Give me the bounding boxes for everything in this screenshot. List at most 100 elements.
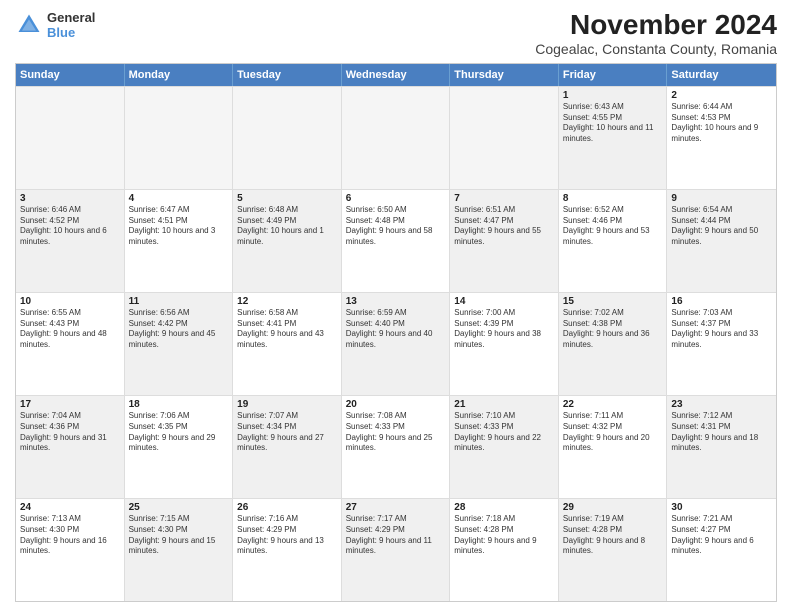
- cell-info: Sunrise: 7:16 AM Sunset: 4:29 PM Dayligh…: [237, 514, 337, 557]
- cell-info: Sunrise: 7:13 AM Sunset: 4:30 PM Dayligh…: [20, 514, 120, 557]
- day-number: 21: [454, 399, 554, 410]
- cell-info: Sunrise: 6:52 AM Sunset: 4:46 PM Dayligh…: [563, 205, 663, 248]
- calendar-cell: [125, 87, 234, 189]
- calendar-cell: 4Sunrise: 6:47 AM Sunset: 4:51 PM Daylig…: [125, 190, 234, 292]
- day-number: 23: [671, 399, 772, 410]
- calendar-title: November 2024: [535, 10, 777, 41]
- calendar-cell: 17Sunrise: 7:04 AM Sunset: 4:36 PM Dayli…: [16, 396, 125, 498]
- cell-info: Sunrise: 6:46 AM Sunset: 4:52 PM Dayligh…: [20, 205, 120, 248]
- logo-general: General: [47, 10, 95, 25]
- logo-blue: Blue: [47, 25, 95, 40]
- calendar-cell: 7Sunrise: 6:51 AM Sunset: 4:47 PM Daylig…: [450, 190, 559, 292]
- calendar-cell: 14Sunrise: 7:00 AM Sunset: 4:39 PM Dayli…: [450, 293, 559, 395]
- day-number: 26: [237, 502, 337, 513]
- cell-info: Sunrise: 6:56 AM Sunset: 4:42 PM Dayligh…: [129, 308, 229, 351]
- cell-info: Sunrise: 6:43 AM Sunset: 4:55 PM Dayligh…: [563, 102, 663, 145]
- logo-icon: [15, 11, 43, 39]
- day-number: 6: [346, 193, 446, 204]
- cell-info: Sunrise: 6:48 AM Sunset: 4:49 PM Dayligh…: [237, 205, 337, 248]
- header: General Blue November 2024 Cogealac, Con…: [15, 10, 777, 57]
- day-number: 13: [346, 296, 446, 307]
- calendar-cell: 22Sunrise: 7:11 AM Sunset: 4:32 PM Dayli…: [559, 396, 668, 498]
- calendar-row: 24Sunrise: 7:13 AM Sunset: 4:30 PM Dayli…: [16, 498, 776, 601]
- calendar-cell: 2Sunrise: 6:44 AM Sunset: 4:53 PM Daylig…: [667, 87, 776, 189]
- calendar-cell: 30Sunrise: 7:21 AM Sunset: 4:27 PM Dayli…: [667, 499, 776, 601]
- calendar-cell: 5Sunrise: 6:48 AM Sunset: 4:49 PM Daylig…: [233, 190, 342, 292]
- day-number: 29: [563, 502, 663, 513]
- weekday-header: Tuesday: [233, 64, 342, 86]
- cell-info: Sunrise: 6:55 AM Sunset: 4:43 PM Dayligh…: [20, 308, 120, 351]
- day-number: 2: [671, 90, 772, 101]
- day-number: 15: [563, 296, 663, 307]
- calendar-cell: 25Sunrise: 7:15 AM Sunset: 4:30 PM Dayli…: [125, 499, 234, 601]
- calendar-cell: [233, 87, 342, 189]
- cell-info: Sunrise: 7:18 AM Sunset: 4:28 PM Dayligh…: [454, 514, 554, 557]
- day-number: 14: [454, 296, 554, 307]
- cell-info: Sunrise: 7:06 AM Sunset: 4:35 PM Dayligh…: [129, 411, 229, 454]
- title-block: November 2024 Cogealac, Constanta County…: [535, 10, 777, 57]
- calendar: SundayMondayTuesdayWednesdayThursdayFrid…: [15, 63, 777, 602]
- calendar-cell: 26Sunrise: 7:16 AM Sunset: 4:29 PM Dayli…: [233, 499, 342, 601]
- calendar-body: 1Sunrise: 6:43 AM Sunset: 4:55 PM Daylig…: [16, 86, 776, 601]
- calendar-cell: 20Sunrise: 7:08 AM Sunset: 4:33 PM Dayli…: [342, 396, 451, 498]
- calendar-cell: 29Sunrise: 7:19 AM Sunset: 4:28 PM Dayli…: [559, 499, 668, 601]
- cell-info: Sunrise: 7:17 AM Sunset: 4:29 PM Dayligh…: [346, 514, 446, 557]
- cell-info: Sunrise: 7:12 AM Sunset: 4:31 PM Dayligh…: [671, 411, 772, 454]
- calendar-row: 1Sunrise: 6:43 AM Sunset: 4:55 PM Daylig…: [16, 86, 776, 189]
- day-number: 25: [129, 502, 229, 513]
- day-number: 17: [20, 399, 120, 410]
- cell-info: Sunrise: 7:04 AM Sunset: 4:36 PM Dayligh…: [20, 411, 120, 454]
- calendar-cell: [16, 87, 125, 189]
- calendar-cell: 11Sunrise: 6:56 AM Sunset: 4:42 PM Dayli…: [125, 293, 234, 395]
- day-number: 20: [346, 399, 446, 410]
- day-number: 4: [129, 193, 229, 204]
- cell-info: Sunrise: 6:59 AM Sunset: 4:40 PM Dayligh…: [346, 308, 446, 351]
- weekday-header: Friday: [559, 64, 668, 86]
- day-number: 16: [671, 296, 772, 307]
- calendar-cell: 27Sunrise: 7:17 AM Sunset: 4:29 PM Dayli…: [342, 499, 451, 601]
- page: General Blue November 2024 Cogealac, Con…: [0, 0, 792, 612]
- day-number: 24: [20, 502, 120, 513]
- day-number: 10: [20, 296, 120, 307]
- calendar-cell: 10Sunrise: 6:55 AM Sunset: 4:43 PM Dayli…: [16, 293, 125, 395]
- calendar-cell: [450, 87, 559, 189]
- calendar-cell: 21Sunrise: 7:10 AM Sunset: 4:33 PM Dayli…: [450, 396, 559, 498]
- day-number: 28: [454, 502, 554, 513]
- weekday-header: Sunday: [16, 64, 125, 86]
- weekday-header: Wednesday: [342, 64, 451, 86]
- cell-info: Sunrise: 7:11 AM Sunset: 4:32 PM Dayligh…: [563, 411, 663, 454]
- calendar-cell: 19Sunrise: 7:07 AM Sunset: 4:34 PM Dayli…: [233, 396, 342, 498]
- calendar-cell: 1Sunrise: 6:43 AM Sunset: 4:55 PM Daylig…: [559, 87, 668, 189]
- cell-info: Sunrise: 7:02 AM Sunset: 4:38 PM Dayligh…: [563, 308, 663, 351]
- cell-info: Sunrise: 7:15 AM Sunset: 4:30 PM Dayligh…: [129, 514, 229, 557]
- calendar-cell: 24Sunrise: 7:13 AM Sunset: 4:30 PM Dayli…: [16, 499, 125, 601]
- calendar-cell: 3Sunrise: 6:46 AM Sunset: 4:52 PM Daylig…: [16, 190, 125, 292]
- calendar-cell: 23Sunrise: 7:12 AM Sunset: 4:31 PM Dayli…: [667, 396, 776, 498]
- day-number: 19: [237, 399, 337, 410]
- cell-info: Sunrise: 7:19 AM Sunset: 4:28 PM Dayligh…: [563, 514, 663, 557]
- day-number: 30: [671, 502, 772, 513]
- cell-info: Sunrise: 6:51 AM Sunset: 4:47 PM Dayligh…: [454, 205, 554, 248]
- calendar-cell: 13Sunrise: 6:59 AM Sunset: 4:40 PM Dayli…: [342, 293, 451, 395]
- calendar-cell: 9Sunrise: 6:54 AM Sunset: 4:44 PM Daylig…: [667, 190, 776, 292]
- cell-info: Sunrise: 6:44 AM Sunset: 4:53 PM Dayligh…: [671, 102, 772, 145]
- day-number: 1: [563, 90, 663, 101]
- cell-info: Sunrise: 6:54 AM Sunset: 4:44 PM Dayligh…: [671, 205, 772, 248]
- day-number: 22: [563, 399, 663, 410]
- day-number: 18: [129, 399, 229, 410]
- weekday-header: Thursday: [450, 64, 559, 86]
- weekday-header: Saturday: [667, 64, 776, 86]
- calendar-cell: 6Sunrise: 6:50 AM Sunset: 4:48 PM Daylig…: [342, 190, 451, 292]
- cell-info: Sunrise: 7:10 AM Sunset: 4:33 PM Dayligh…: [454, 411, 554, 454]
- day-number: 27: [346, 502, 446, 513]
- calendar-cell: 18Sunrise: 7:06 AM Sunset: 4:35 PM Dayli…: [125, 396, 234, 498]
- calendar-cell: 16Sunrise: 7:03 AM Sunset: 4:37 PM Dayli…: [667, 293, 776, 395]
- day-number: 8: [563, 193, 663, 204]
- cell-info: Sunrise: 6:50 AM Sunset: 4:48 PM Dayligh…: [346, 205, 446, 248]
- logo: General Blue: [15, 10, 95, 40]
- calendar-subtitle: Cogealac, Constanta County, Romania: [535, 41, 777, 57]
- calendar-cell: 12Sunrise: 6:58 AM Sunset: 4:41 PM Dayli…: [233, 293, 342, 395]
- calendar-cell: [342, 87, 451, 189]
- day-number: 5: [237, 193, 337, 204]
- cell-info: Sunrise: 6:58 AM Sunset: 4:41 PM Dayligh…: [237, 308, 337, 351]
